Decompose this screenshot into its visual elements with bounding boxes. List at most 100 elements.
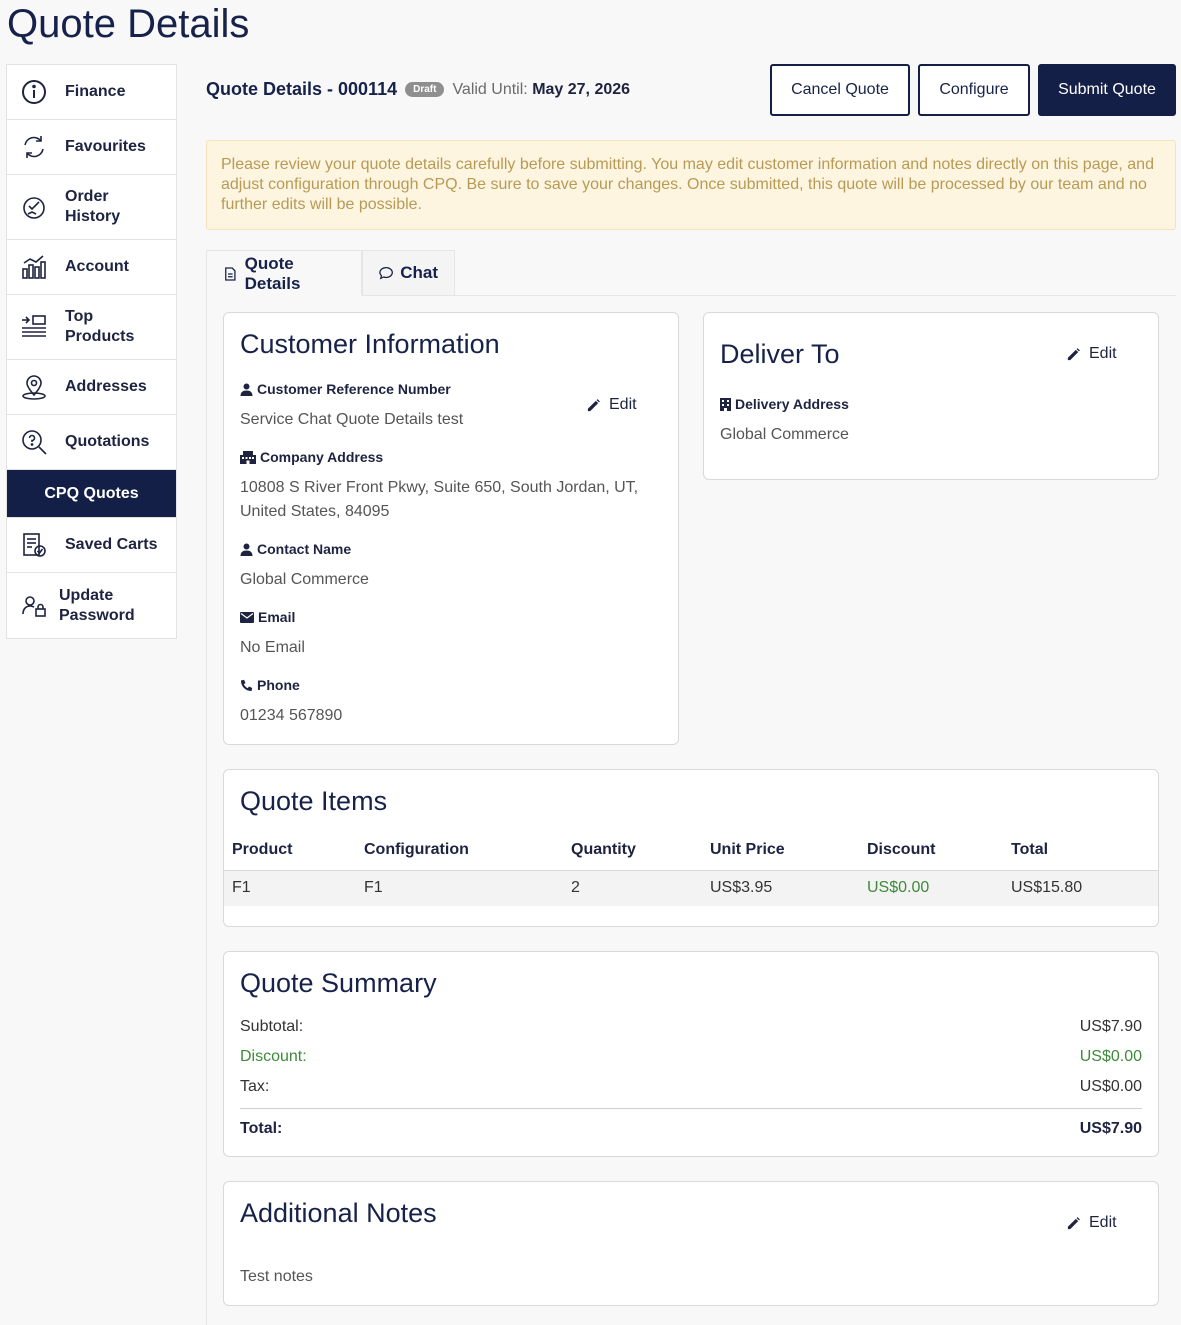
field-label-text: Company Address xyxy=(260,449,384,465)
field-label-text: Delivery Address xyxy=(735,396,849,412)
customer-info-card: Customer Information Edit Customer Refer… xyxy=(223,312,679,745)
field-label-text: Phone xyxy=(257,677,300,693)
subtotal-row: Subtotal: US$7.90 xyxy=(240,1018,1142,1036)
tab-label: Quote Details xyxy=(244,253,301,293)
envelope-icon xyxy=(240,611,254,623)
discount-row: Discount: US$0.00 xyxy=(240,1048,1142,1066)
submit-quote-button[interactable]: Submit Quote xyxy=(1038,64,1176,116)
chart-icon xyxy=(19,252,49,282)
cell-product: F1 xyxy=(224,870,356,906)
tax-value: US$0.00 xyxy=(1079,1078,1142,1095)
sidebar-item-update-password[interactable]: Update Password xyxy=(7,573,176,638)
sidebar-item-label: Saved Carts xyxy=(65,536,158,553)
field-label-text: Contact Name xyxy=(257,541,352,557)
chat-icon xyxy=(379,267,393,280)
quote-summary-card: Quote Summary Subtotal: US$7.90 Discount… xyxy=(223,951,1159,1157)
cancel-quote-button[interactable]: Cancel Quote xyxy=(770,64,910,116)
tab-quote-details[interactable]: Quote Details xyxy=(206,250,362,296)
tab-chat[interactable]: Chat xyxy=(362,250,455,296)
sidebar-item-favourites[interactable]: Favourites xyxy=(7,120,176,175)
sidebar-item-label: Quotations xyxy=(65,433,150,450)
table-row: F1 F1 2 US$3.95 US$0.00 US$15.80 xyxy=(224,870,1158,906)
sidebar-item-addresses[interactable]: Addresses xyxy=(7,360,176,415)
review-alert: Please review your quote details careful… xyxy=(206,140,1176,230)
column-header: Product xyxy=(224,830,356,871)
additional-notes-card: Additional Notes Edit Test notes xyxy=(223,1181,1159,1306)
account-sidebar: Finance Favourites Order History Account… xyxy=(6,64,177,639)
column-header: Configuration xyxy=(356,830,563,871)
cell-discount: US$0.00 xyxy=(859,870,1003,906)
ref-number-label: Customer Reference Number xyxy=(240,381,451,397)
page-title: Quote Details xyxy=(7,2,250,46)
delivery-address-value: Global Commerce xyxy=(720,426,849,443)
user-icon xyxy=(240,543,253,556)
tab-panel-border xyxy=(206,296,207,1325)
tax-label: Tax: xyxy=(240,1078,270,1095)
card-title: Additional Notes xyxy=(240,1198,437,1228)
card-title: Quote Summary xyxy=(240,968,437,998)
sidebar-item-label: Account xyxy=(65,258,129,275)
discount-label: Discount: xyxy=(240,1048,307,1065)
address-line: United States, 84095 xyxy=(240,503,390,520)
cell-configuration: F1 xyxy=(356,870,563,906)
delivery-address-label: Delivery Address xyxy=(720,396,849,412)
sidebar-item-order-history[interactable]: Order History xyxy=(7,175,176,240)
cell-unit-price: US$3.95 xyxy=(702,870,859,906)
building-icon xyxy=(720,397,731,411)
sidebar-item-label: Order History xyxy=(65,188,121,225)
column-header: Unit Price xyxy=(702,830,859,871)
contact-name-value: Global Commerce xyxy=(240,571,369,588)
search-question-icon xyxy=(19,427,49,457)
sidebar-item-cpq-quotes[interactable]: CPQ Quotes xyxy=(7,470,176,518)
edit-customer-button[interactable]: Edit xyxy=(586,396,637,414)
tab-panel-border xyxy=(455,295,1176,296)
phone-label: Phone xyxy=(240,677,300,693)
valid-until-label: Valid Until: xyxy=(452,80,528,98)
total-value: US$7.90 xyxy=(1079,1120,1142,1137)
phone-icon xyxy=(241,679,253,691)
sidebar-item-label: Addresses xyxy=(65,378,147,395)
card-title: Deliver To xyxy=(720,339,840,369)
sidebar-item-label: Favourites xyxy=(65,138,146,155)
sidebar-item-account[interactable]: Account xyxy=(7,240,176,295)
document-icon xyxy=(225,266,236,281)
edit-label: Edit xyxy=(609,396,637,413)
field-label-text: Email xyxy=(258,609,296,625)
edit-label: Edit xyxy=(1089,1214,1117,1231)
sidebar-item-top-products[interactable]: Top Products xyxy=(7,295,176,360)
sidebar-item-label: CPQ Quotes xyxy=(44,484,139,502)
deliver-to-card: Deliver To Edit Delivery Address Global … xyxy=(703,312,1159,480)
user-icon xyxy=(240,383,253,396)
table-header-row: Product Configuration Quantity Unit Pric… xyxy=(224,830,1158,871)
building-icon xyxy=(240,450,256,464)
sidebar-item-label: Finance xyxy=(65,83,126,100)
quote-title: Quote Details - 000114 xyxy=(206,79,398,99)
total-row: Total: US$7.90 xyxy=(240,1120,1142,1138)
quote-header: Quote Details - 000114 Draft Valid Until… xyxy=(206,79,630,100)
column-header: Total xyxy=(1003,830,1158,871)
info-icon xyxy=(19,77,49,107)
configure-button[interactable]: Configure xyxy=(918,64,1030,116)
edit-label: Edit xyxy=(1089,345,1117,362)
card-title: Quote Items xyxy=(240,786,388,816)
email-value: No Email xyxy=(240,639,305,656)
sidebar-item-saved-carts[interactable]: Saved Carts xyxy=(7,518,176,573)
sidebar-item-quotations[interactable]: Quotations xyxy=(7,415,176,470)
sidebar-item-label: Update Password xyxy=(59,586,135,624)
map-pin-icon xyxy=(19,372,49,402)
refresh-icon xyxy=(19,132,49,162)
quote-items-card: Quote Items Product Configuration Quanti… xyxy=(223,769,1159,927)
cell-quantity: 2 xyxy=(563,870,702,906)
edit-notes-button[interactable]: Edit xyxy=(1066,1214,1117,1232)
column-header: Quantity xyxy=(563,830,702,871)
edit-delivery-button[interactable]: Edit xyxy=(1066,345,1117,363)
discount-value: US$0.00 xyxy=(1079,1048,1142,1065)
pencil-icon xyxy=(587,398,600,411)
sidebar-item-finance[interactable]: Finance xyxy=(7,65,176,120)
valid-until-date: May 27, 2026 xyxy=(532,80,631,98)
ref-number-value: Service Chat Quote Details test xyxy=(240,411,464,428)
user-lock-icon xyxy=(19,591,49,621)
company-address-value: 10808 S River Front Pkwy, Suite 650, Sou… xyxy=(240,476,638,524)
card-title: Customer Information xyxy=(240,329,500,359)
cell-total: US$15.80 xyxy=(1003,870,1158,906)
